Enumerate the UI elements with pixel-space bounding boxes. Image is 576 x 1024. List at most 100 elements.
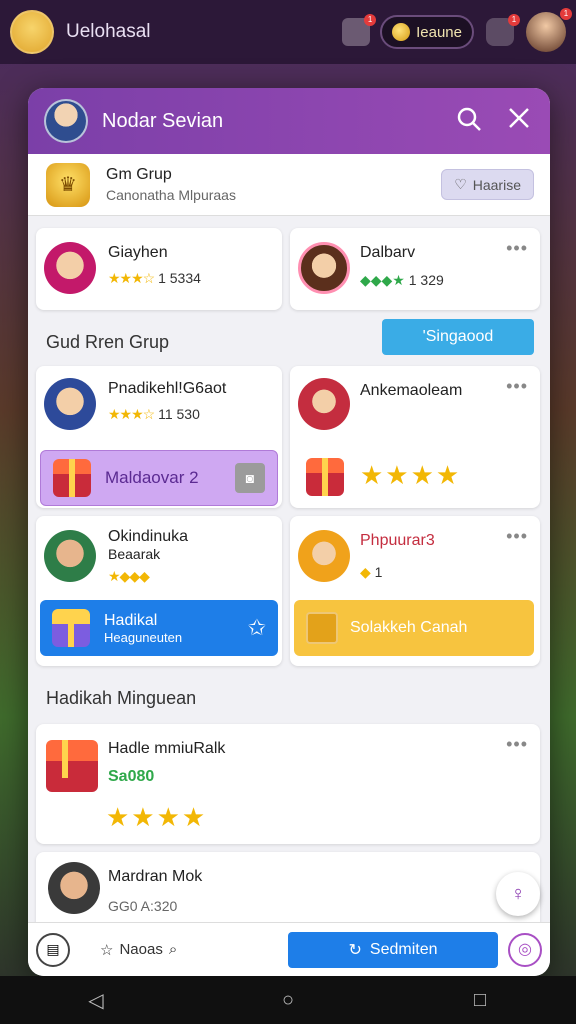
member-card[interactable]: Dalbarv ◆◆◆★ 1 329 ••• (290, 228, 540, 310)
member-card[interactable]: Giayhen ★★★☆ 1 5334 (36, 228, 282, 310)
member-rating: ★★★☆ (108, 406, 155, 422)
member-stats: ★★★☆ 1 5334 (108, 270, 201, 287)
section-title: Gud Rren Grup (46, 332, 170, 352)
member-stats: ★◆◆◆ (108, 568, 150, 585)
member-name: Giayhen (108, 244, 168, 261)
notification-badge: 1 (364, 14, 377, 26)
reward-label: Solakkeh Canah (350, 619, 468, 636)
gift-icon (46, 740, 98, 792)
member-score: 11 530 (158, 406, 200, 422)
member-stats: ★★★☆ 11 530 (108, 406, 200, 423)
member-score: 1 5334 (158, 270, 201, 286)
panel-title: Nodar Sevian (102, 109, 224, 132)
profile-search-icon[interactable]: ♀ (496, 872, 540, 916)
more-options-icon[interactable]: ••• (506, 238, 528, 259)
more-options-icon[interactable]: ••• (506, 734, 528, 755)
member-card[interactable]: Phpuurar3 ◆ 1 ••• Solakkeh Canah (290, 516, 540, 666)
more-options-icon[interactable]: ••• (506, 526, 528, 547)
back-icon[interactable]: ◁ (76, 988, 116, 1013)
weekly-reward-card[interactable]: Mardran Mok GG0 A:320 (36, 852, 540, 932)
home-icon[interactable]: ○ (268, 989, 308, 1012)
member-name: Pnadikehl!G6aot (108, 380, 227, 397)
notification-badge: 1 (560, 8, 572, 20)
pin-icon: ☆ (100, 941, 114, 959)
more-options-icon[interactable]: ••• (506, 376, 528, 397)
coin-balance[interactable]: Ieaune (380, 15, 474, 49)
send-label: Sedmiten (369, 940, 438, 958)
system-navbar: ◁ ○ □ (0, 976, 576, 1024)
reward-subtitle: Heaguneuten (104, 629, 183, 645)
heart-icon: ♡ (454, 176, 467, 192)
trophy-icon: ♛ (46, 162, 90, 207)
send-button[interactable]: ↻ Sedmiten (288, 931, 498, 968)
member-rating: ★★★☆ (108, 270, 155, 286)
close-icon[interactable] (504, 106, 534, 136)
reward-banner[interactable]: Solakkeh Canah (294, 600, 534, 656)
leave-label: Haarise (472, 176, 521, 193)
camera-icon[interactable]: ◙ (235, 463, 265, 493)
weekly-reward-card[interactable]: Hadle mmiuRalk Sa080 ★★★★ ••• (36, 724, 540, 844)
top-bar: Uelohasal 1 Ieaune 1 1 (0, 0, 576, 64)
ticket-icon (306, 612, 338, 644)
leave-group-button[interactable]: ♡ Haarise (441, 169, 534, 200)
single-group-button[interactable]: 'Singaood (382, 319, 534, 355)
nav-label: Naoas (119, 941, 163, 958)
recents-icon[interactable]: □ (460, 989, 500, 1012)
bottom-bar: ▤ ☆ Naoas ⌕ ↻ Sedmiten ◎ (28, 922, 550, 976)
member-score: 1 329 (408, 272, 444, 288)
member-avatar (44, 242, 96, 294)
member-avatar (298, 378, 350, 430)
member-stats: ◆ 1 (360, 564, 382, 581)
member-avatar (298, 530, 350, 582)
member-stats: ◆◆◆★ 1 329 (360, 272, 444, 289)
player-avatar[interactable] (10, 10, 54, 54)
group-panel: Nodar Sevian ♛ Gm Grup Canonatha Mlpuraa… (28, 88, 550, 976)
member-name: Mardran Mok (108, 868, 203, 885)
coin-label: Ieaune (416, 23, 462, 41)
shop-icon[interactable]: ▤ (36, 932, 70, 967)
reward-name: Hadle mmiuRalk (108, 740, 226, 757)
coin-icon (392, 23, 411, 41)
member-score: 1 (374, 564, 383, 580)
nav-link[interactable]: ☆ Naoas ⌕ (100, 941, 177, 959)
reward-banner[interactable]: Hadikal Heaguneuten ✩ (40, 600, 278, 656)
member-avatar (44, 530, 96, 582)
member-avatar (298, 242, 350, 294)
user-avatar[interactable] (44, 99, 88, 143)
group-name: Gm Grup (106, 166, 172, 183)
settings-icon[interactable]: 1 (486, 14, 520, 46)
panel-header: Nodar Sevian (28, 88, 550, 154)
section-title: Hadikah Minguean (46, 688, 197, 708)
member-avatar (48, 862, 100, 914)
search-icon: ⌕ (168, 941, 178, 958)
notification-badge: 1 (508, 14, 520, 26)
search-icon[interactable] (454, 106, 484, 136)
profile-icon[interactable]: ◎ (508, 932, 542, 967)
member-rating: ★★★★ (360, 460, 462, 490)
gift-icon (53, 459, 91, 497)
member-rating: ◆ (360, 564, 371, 580)
gift-icon (52, 609, 90, 647)
inbox-icon[interactable]: 1 (342, 14, 377, 46)
member-score: GG0 A:320 (108, 898, 178, 914)
member-card[interactable]: Okindinuka Beaarak ★◆◆◆ Hadikal Heaguneu… (36, 516, 282, 666)
reward-label: Maldaovar 2 (105, 468, 199, 487)
profile-avatar[interactable]: 1 (526, 8, 572, 52)
member-name: Dalbarv (360, 244, 416, 261)
reward-value: Sa080 (108, 768, 155, 785)
refresh-icon: ↻ (348, 941, 362, 959)
reward-banner[interactable]: Maldaovar 2 ◙ (40, 450, 278, 506)
star-icon: ✩ (247, 615, 266, 640)
reward-rating: ★★★★ (106, 802, 208, 832)
app-title: Uelohasal (66, 21, 151, 42)
group-info-row: ♛ Gm Grup Canonatha Mlpuraas ♡ Haarise (28, 154, 550, 216)
gift-icon (306, 458, 344, 496)
member-name: Okindinuka (108, 528, 189, 545)
member-avatar (44, 378, 96, 430)
member-name: Ankemaoleam (360, 382, 463, 399)
member-subname: Beaarak (108, 546, 161, 562)
member-card[interactable]: Ankemaoleam ••• ★★★★ (290, 366, 540, 508)
member-name: Phpuurar3 (360, 532, 435, 549)
member-card[interactable]: Pnadikehl!G6aot ★★★☆ 11 530 Maldaovar 2 … (36, 366, 282, 508)
reward-title: Hadikal (104, 611, 158, 629)
